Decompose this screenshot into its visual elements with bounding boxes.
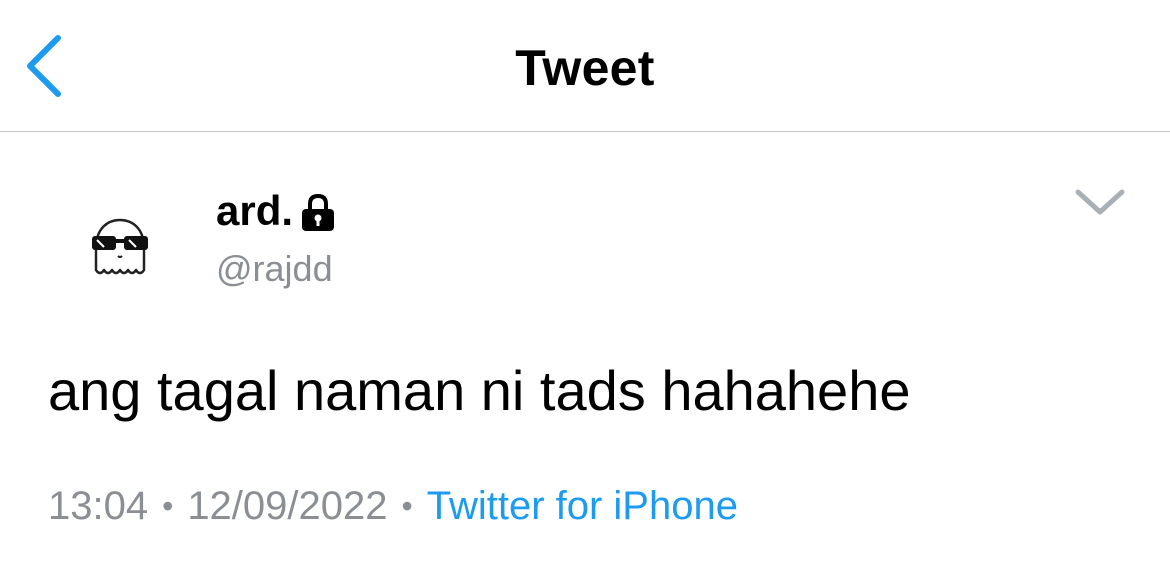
chevron-down-icon (1075, 189, 1125, 215)
tweet-source-link[interactable]: Twitter for iPhone (427, 482, 738, 530)
author-handle[interactable]: @rajdd (216, 246, 333, 292)
ghost-avatar-icon (92, 218, 148, 275)
avatar[interactable] (82, 212, 158, 288)
author-name-row[interactable]: ard. (216, 186, 337, 236)
tweet-time: 13:04 (48, 484, 149, 528)
tweet-body: ang tagal naman ni tads hahahehe (48, 359, 911, 422)
separator-dot: • (162, 488, 174, 524)
tweet-metadata: 13:04 • 12/09/2022 • Twitter for iPhone (48, 482, 738, 530)
tweet-menu-button[interactable] (1074, 184, 1126, 220)
tweet-date: 12/09/2022 (187, 484, 388, 528)
separator-dot: • (401, 488, 413, 524)
navigation-bar: Tweet (0, 0, 1170, 132)
tweet-detail-screen: Tweet ard. @rajdd ang tagal naman ni tad… (0, 0, 1170, 563)
page-title: Tweet (515, 40, 655, 96)
author-display-name: ard. (216, 187, 294, 234)
lock-icon (302, 193, 335, 231)
